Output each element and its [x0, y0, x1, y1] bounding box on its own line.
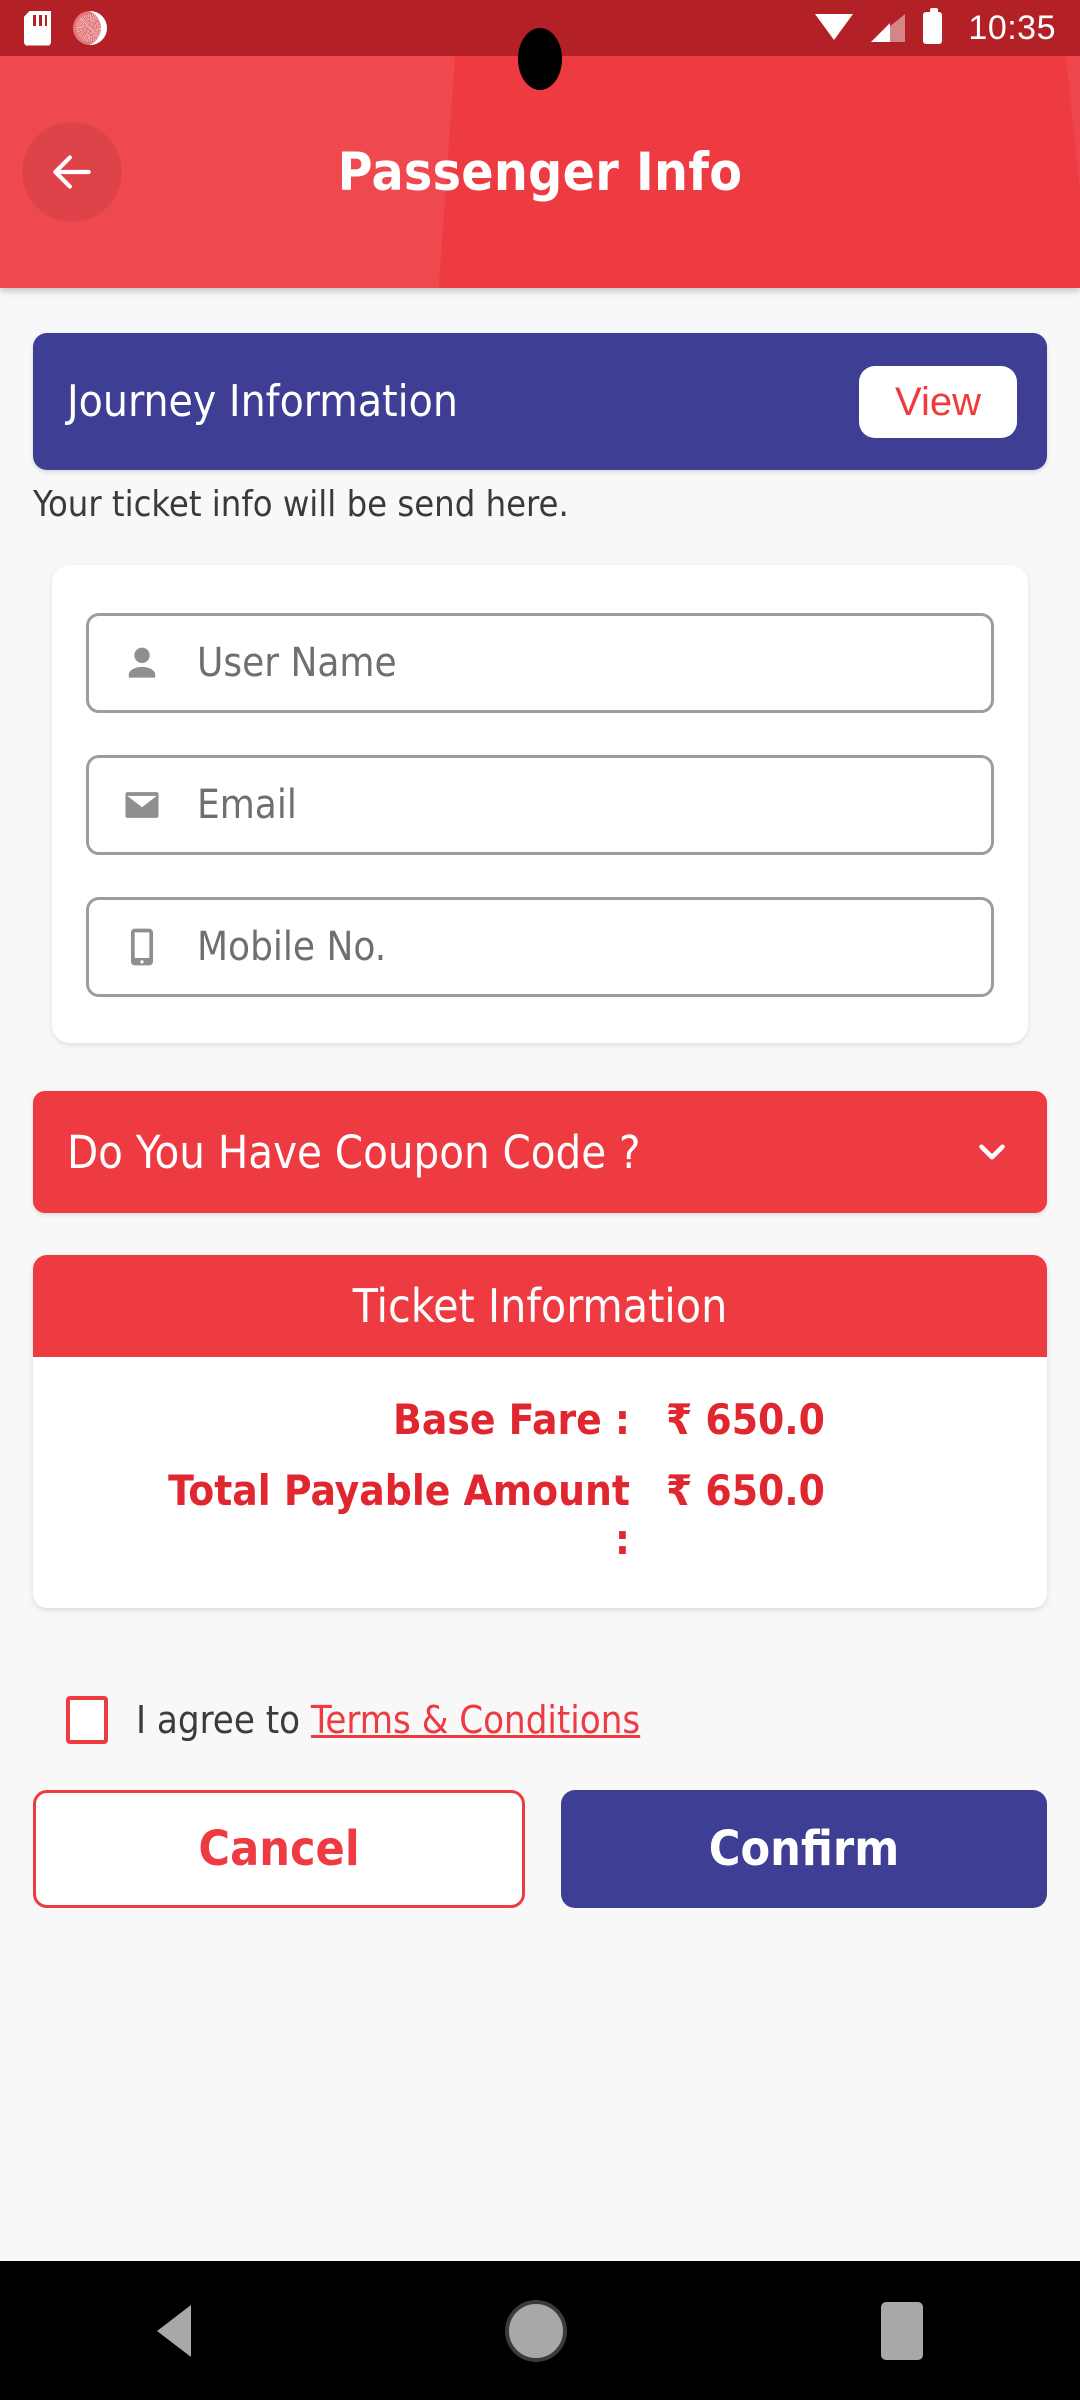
- mobile-number-placeholder: Mobile No.: [197, 924, 387, 970]
- mobile-icon: [119, 924, 165, 970]
- total-payable-label: Total Payable Amount :: [168, 1466, 630, 1564]
- total-payable-value: ₹ 650.0: [666, 1466, 825, 1515]
- passenger-form-card: User Name Email Mobile No.: [52, 565, 1028, 1043]
- signal-icon: [871, 14, 906, 42]
- base-fare-value: ₹ 650.0: [666, 1395, 825, 1444]
- nav-back-icon[interactable]: [157, 2304, 191, 2357]
- journey-information-title: Journey Information: [67, 376, 458, 427]
- email-field[interactable]: Email: [86, 755, 994, 855]
- nav-home-icon[interactable]: [505, 2299, 567, 2362]
- terms-agreement-row: I agree to Terms & Conditions: [66, 1696, 1080, 1744]
- terms-agreement-text: I agree to Terms & Conditions: [136, 1698, 640, 1742]
- fare-row: Base Fare : ₹ 650.0: [33, 1395, 1047, 1444]
- journey-information-card: Journey Information View: [33, 333, 1047, 470]
- sd-card-icon: [24, 10, 51, 46]
- ticket-information-header: Ticket Information: [33, 1255, 1047, 1357]
- battery-icon: [923, 8, 943, 44]
- user-name-field[interactable]: User Name: [86, 613, 994, 713]
- wifi-icon: [815, 14, 854, 42]
- status-bar-right-icons: 10:35: [815, 8, 1056, 48]
- android-navigation-bar: [0, 2261, 1080, 2400]
- terms-and-conditions-link[interactable]: Terms & Conditions: [311, 1698, 640, 1742]
- app-screen: 10:35 Passenger Info Journey Information…: [0, 0, 1080, 2400]
- terms-prefix-label: I agree to: [136, 1698, 311, 1742]
- cancel-button[interactable]: Cancel: [33, 1790, 525, 1908]
- fare-row: Total Payable Amount : ₹ 650.0: [33, 1466, 1047, 1564]
- brightness-icon: [73, 11, 107, 45]
- envelope-icon: [119, 782, 165, 828]
- ticket-information-body: Base Fare : ₹ 650.0 Total Payable Amount…: [33, 1357, 1047, 1608]
- main-content: Journey Information View Your ticket inf…: [0, 288, 1080, 1908]
- view-journey-button[interactable]: View: [859, 365, 1017, 438]
- base-fare-label: Base Fare :: [393, 1395, 630, 1444]
- person-icon: [119, 640, 165, 686]
- chevron-down-icon: [971, 1131, 1013, 1173]
- nav-recents-icon[interactable]: [881, 2301, 923, 2360]
- user-name-placeholder: User Name: [197, 640, 397, 686]
- page-title: Passenger Info: [337, 141, 743, 203]
- email-placeholder: Email: [197, 782, 297, 828]
- app-bar: Passenger Info: [0, 56, 1080, 288]
- terms-checkbox[interactable]: [66, 1696, 108, 1744]
- coupon-code-label: Do You Have Coupon Code ?: [67, 1125, 641, 1179]
- ticket-information-card: Ticket Information Base Fare : ₹ 650.0 T…: [33, 1255, 1047, 1608]
- confirm-button[interactable]: Confirm: [561, 1790, 1047, 1908]
- action-button-row: Cancel Confirm: [33, 1790, 1047, 1908]
- ticket-info-note: Your ticket info will be send here.: [33, 484, 569, 525]
- camera-notch: [518, 28, 562, 90]
- coupon-code-toggle[interactable]: Do You Have Coupon Code ?: [33, 1091, 1047, 1213]
- status-bar-clock: 10:35: [968, 8, 1056, 47]
- mobile-number-field[interactable]: Mobile No.: [86, 897, 994, 997]
- status-bar-left-icons: [24, 10, 107, 46]
